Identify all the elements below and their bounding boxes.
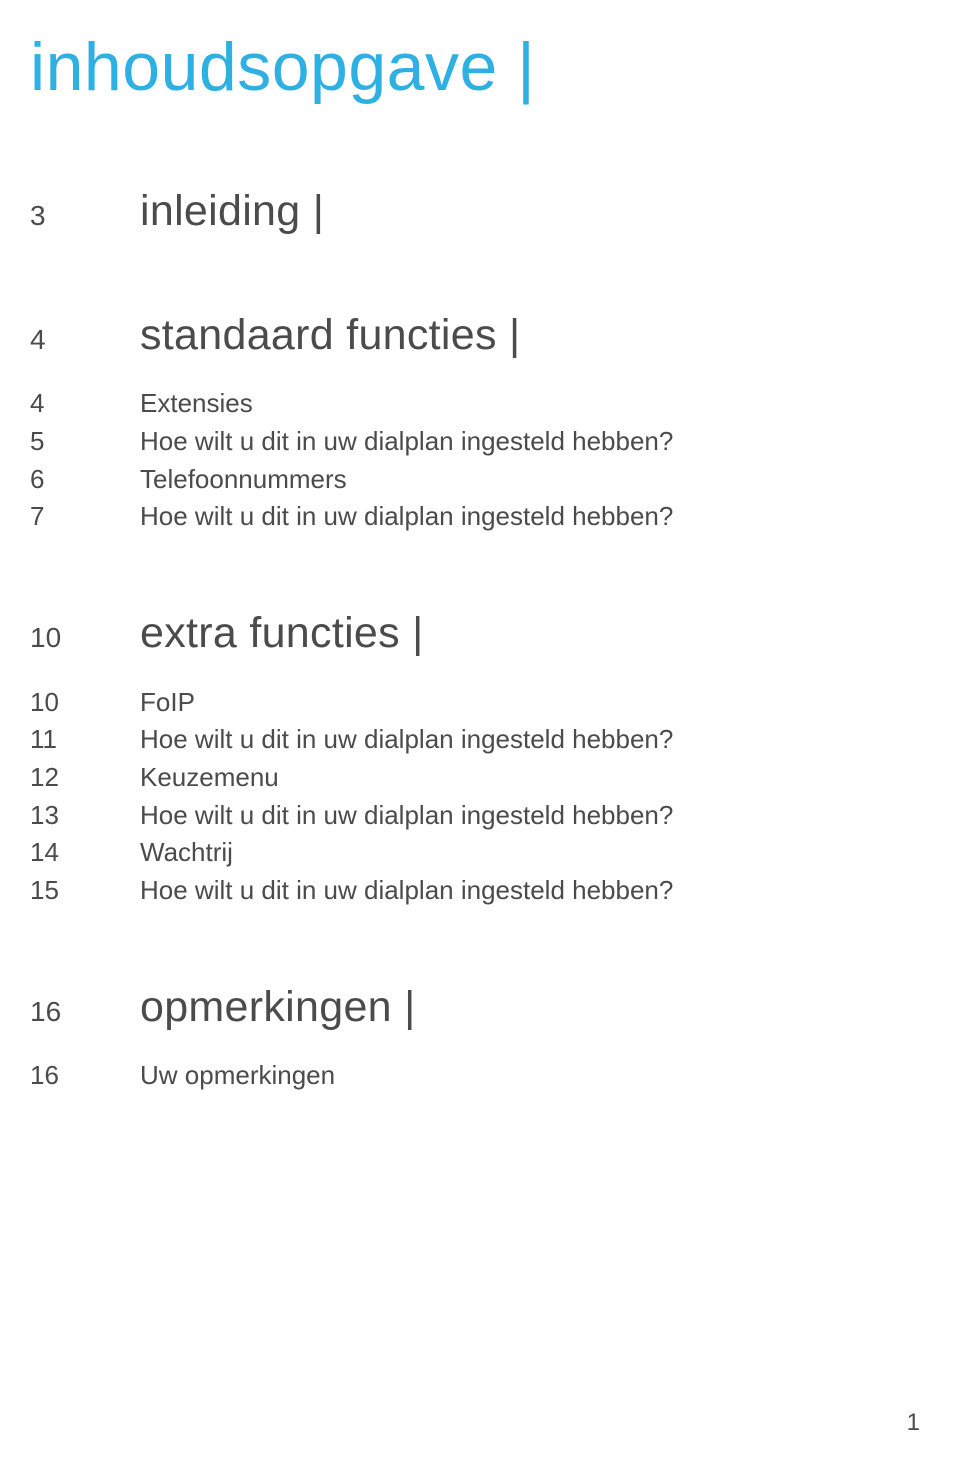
toc-item-label: Hoe wilt u dit in uw dialplan ingesteld …	[140, 423, 673, 461]
toc-heading-label: extra functies |	[140, 608, 424, 660]
toc-item-row: 10 FoIP	[30, 684, 925, 722]
toc-heading-row: 16 opmerkingen |	[30, 982, 925, 1034]
toc-item-label: Hoe wilt u dit in uw dialplan ingesteld …	[140, 498, 673, 536]
toc-item-row: 13 Hoe wilt u dit in uw dialplan ingeste…	[30, 797, 925, 835]
toc-item-row: 4 Extensies	[30, 385, 925, 423]
toc-item-label: Uw opmerkingen	[140, 1057, 335, 1095]
toc-item-row: 12 Keuzemenu	[30, 759, 925, 797]
toc-item-page: 14	[30, 834, 140, 872]
footer-page-number: 1	[907, 1409, 920, 1437]
toc-item-label: Hoe wilt u dit in uw dialplan ingesteld …	[140, 721, 673, 759]
toc-section-standaard-functies: 4 standaard functies | 4 Extensies 5 Hoe…	[30, 310, 925, 536]
toc-item-label: Hoe wilt u dit in uw dialplan ingesteld …	[140, 797, 673, 835]
toc-item-label: Wachtrij	[140, 834, 233, 872]
toc-item-page: 12	[30, 759, 140, 797]
page-title: inhoudsopgave |	[30, 28, 925, 106]
toc-item-page: 10	[30, 684, 140, 722]
toc-item-label: Keuzemenu	[140, 759, 279, 797]
toc-item-row: 16 Uw opmerkingen	[30, 1057, 925, 1095]
toc-heading-label: inleiding |	[140, 186, 324, 238]
toc-section-inleiding: 3 inleiding |	[30, 186, 925, 238]
toc-item-label: Telefoonnummers	[140, 461, 347, 499]
toc-heading-page: 10	[30, 618, 140, 659]
toc-page: inhoudsopgave | 3 inleiding | 4 standaar…	[0, 0, 960, 1095]
toc-section-extra-functies: 10 extra functies | 10 FoIP 11 Hoe wilt …	[30, 608, 925, 910]
toc-item-row: 11 Hoe wilt u dit in uw dialplan ingeste…	[30, 721, 925, 759]
toc-item-row: 5 Hoe wilt u dit in uw dialplan ingestel…	[30, 423, 925, 461]
toc-item-row: 14 Wachtrij	[30, 834, 925, 872]
toc-item-page: 13	[30, 797, 140, 835]
toc-item-page: 5	[30, 423, 140, 461]
toc-item-row: 15 Hoe wilt u dit in uw dialplan ingeste…	[30, 872, 925, 910]
toc-heading-label: standaard functies |	[140, 310, 521, 362]
toc-item-page: 6	[30, 461, 140, 499]
toc-heading-row: 3 inleiding |	[30, 186, 925, 238]
toc-item-row: 6 Telefoonnummers	[30, 461, 925, 499]
toc-section-opmerkingen: 16 opmerkingen | 16 Uw opmerkingen	[30, 982, 925, 1095]
toc-heading-row: 10 extra functies |	[30, 608, 925, 660]
toc-item-label: Hoe wilt u dit in uw dialplan ingesteld …	[140, 872, 673, 910]
toc-heading-row: 4 standaard functies |	[30, 310, 925, 362]
toc-item-label: FoIP	[140, 684, 195, 722]
toc-item-page: 16	[30, 1057, 140, 1095]
toc-item-page: 11	[30, 721, 140, 759]
toc-heading-label: opmerkingen |	[140, 982, 416, 1034]
toc-heading-page: 3	[30, 196, 140, 237]
toc-heading-page: 4	[30, 320, 140, 361]
toc-item-label: Extensies	[140, 385, 253, 423]
toc-item-page: 7	[30, 498, 140, 536]
toc-item-page: 4	[30, 385, 140, 423]
toc-item-page: 15	[30, 872, 140, 910]
toc-heading-page: 16	[30, 992, 140, 1033]
toc-item-row: 7 Hoe wilt u dit in uw dialplan ingestel…	[30, 498, 925, 536]
